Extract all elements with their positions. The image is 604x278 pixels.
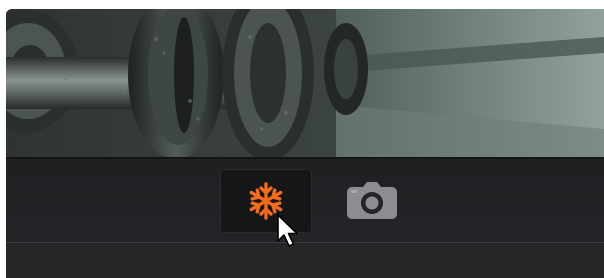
app-window	[6, 9, 604, 278]
viewer-toolbar	[6, 157, 604, 242]
snapshot-button[interactable]	[326, 169, 418, 233]
camera-icon	[347, 182, 397, 219]
preview-image	[6, 9, 604, 157]
bottom-panel	[6, 242, 604, 278]
image-viewer[interactable]	[6, 9, 604, 157]
snowflake-icon	[249, 182, 283, 220]
freeze-button[interactable]	[220, 169, 312, 233]
